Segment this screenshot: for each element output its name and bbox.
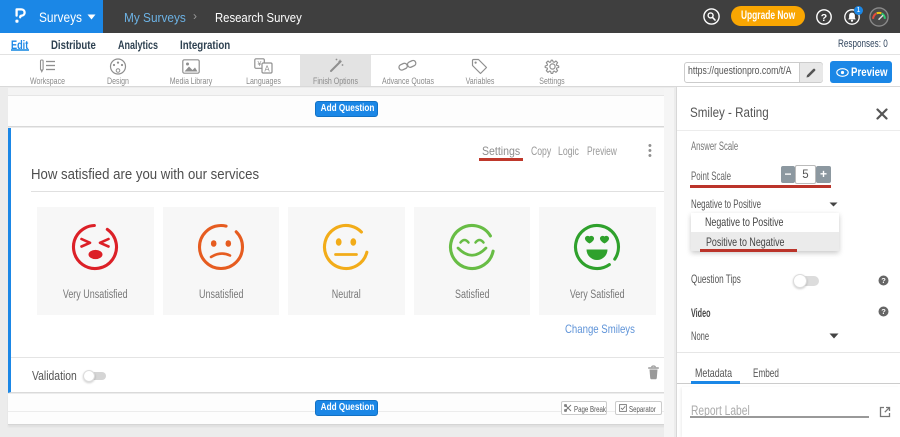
svg-text:?: ? xyxy=(881,307,886,316)
svg-text:¥: ¥ xyxy=(258,61,262,68)
svg-text:A: A xyxy=(264,64,270,73)
svg-text:?: ? xyxy=(821,12,827,24)
svg-text:?: ? xyxy=(881,276,886,285)
